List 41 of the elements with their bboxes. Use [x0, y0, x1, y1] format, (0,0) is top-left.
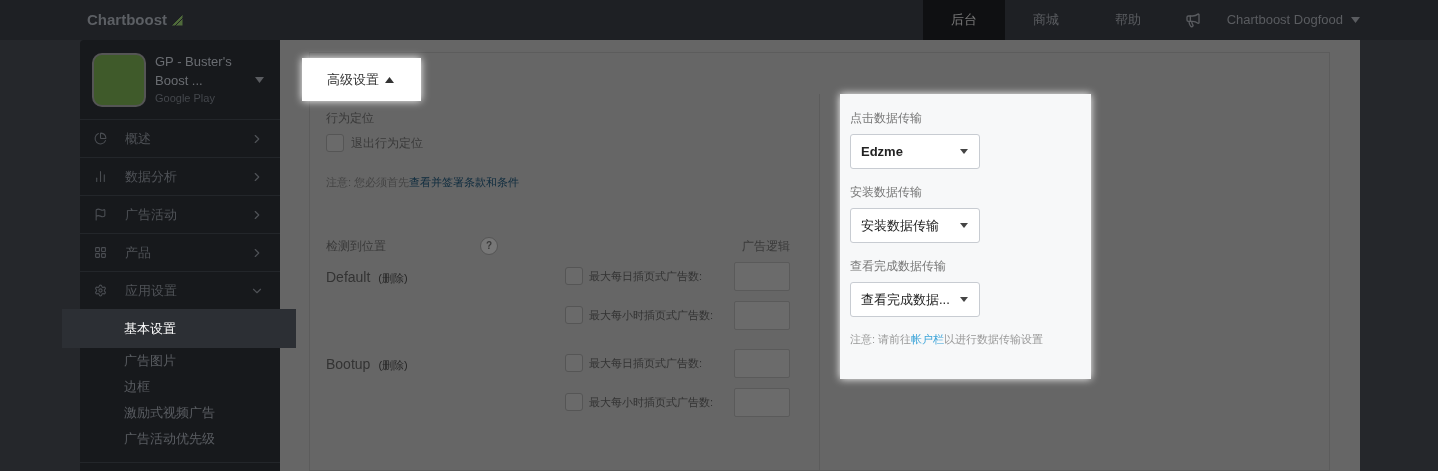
caret-icon[interactable]	[255, 76, 264, 83]
help-icon[interactable]: ?	[480, 236, 498, 255]
settings-icon	[94, 284, 107, 297]
postback-note: 注意: 请前往帐户栏以进行数据传输设置	[850, 332, 1045, 347]
postback-select[interactable]: 安装数据传输	[850, 208, 980, 243]
field-label: 查看完成数据传输	[850, 258, 947, 275]
caret-icon	[960, 297, 968, 302]
delete-link[interactable]: (删除)	[378, 269, 408, 286]
logo[interactable]: Chartboost	[87, 8, 167, 32]
submenu-item[interactable]: 边框	[80, 374, 280, 400]
delete-link[interactable]: (删除)	[378, 356, 408, 373]
nav-tab[interactable]: 后台	[922, 0, 1005, 40]
submenu-item[interactable]: 广告图片	[80, 348, 280, 374]
terms-link[interactable]: 查看并签署条款和条件	[409, 176, 520, 188]
flag-icon	[94, 208, 107, 221]
select-value: Edzme	[861, 142, 903, 161]
account-menu[interactable]: Chartboost Dogfood	[1226, 10, 1360, 30]
leaf-icon	[170, 13, 184, 27]
field-label: 安装数据传输	[850, 184, 923, 201]
pie-chart-icon	[94, 132, 107, 145]
app-name: GP - Buster's Boost ...	[155, 53, 233, 91]
select-value: 查看完成数据...	[861, 290, 950, 309]
caret-icon	[960, 149, 968, 154]
submenu-item[interactable]: 基本设置	[62, 309, 296, 348]
sidebar-item[interactable]: 广告活动	[80, 196, 280, 233]
postback-select[interactable]: 查看完成数据...	[850, 282, 980, 317]
account-link[interactable]: 帐户栏	[911, 333, 945, 345]
megaphone-icon[interactable]	[1184, 12, 1201, 28]
nav-tab[interactable]: 商城	[1004, 0, 1087, 40]
caret-up-icon	[385, 76, 394, 83]
postback-select[interactable]: Edzme	[850, 134, 980, 169]
submenu-item[interactable]: 广告活动优先级	[80, 426, 280, 452]
section-toggle[interactable]: 高级设置	[302, 58, 421, 101]
submenu-item[interactable]: 激励式视频广告	[80, 400, 280, 426]
caret-icon	[1351, 17, 1360, 23]
caret-icon	[960, 223, 968, 228]
app-icon	[92, 52, 146, 107]
grid-icon	[94, 246, 107, 259]
bar-chart-icon	[94, 170, 107, 183]
field-label: 点击数据传输	[850, 110, 923, 127]
select-value: 安装数据传输	[861, 216, 939, 235]
